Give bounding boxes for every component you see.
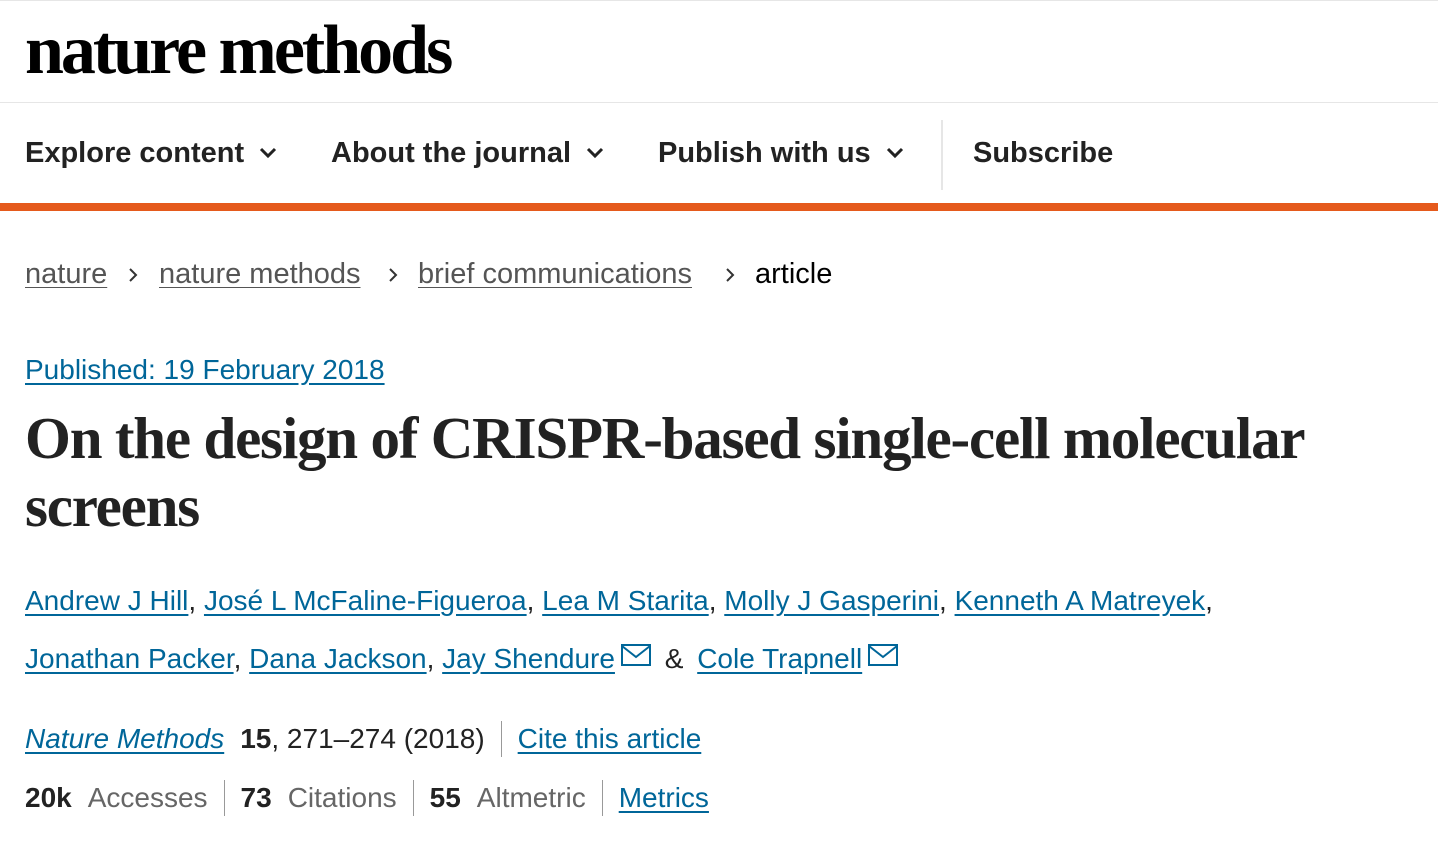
divider [500,721,502,757]
citations-count: 73 [240,782,272,813]
nav-subscribe-label: Subscribe [973,136,1114,169]
published-date-link[interactable]: Published: 19 February 2018 [25,352,385,388]
citations-label: Citations [287,782,397,813]
chevron-down-icon [886,147,903,159]
author-separator: , [708,585,725,616]
breadcrumb-current: article [755,258,833,290]
author-separator: , [1205,585,1213,616]
pages-year: , 271–274 (2018) [271,723,485,754]
author-link[interactable]: Kenneth A Matreyek [955,585,1206,616]
author-separator: , [426,643,443,674]
divider [223,780,225,816]
journal-name-link[interactable]: Nature Methods [25,720,224,758]
breadcrumb: nature nature methods brief communicatio… [0,211,1438,323]
author-link[interactable]: Jay Shendure [442,643,615,674]
chevron-down-icon [586,147,604,159]
chevron-right-icon [389,268,398,282]
volume-number: 15 [240,723,272,754]
nav-about-journal[interactable]: About the journal [331,103,605,203]
nav-publish-with-us[interactable]: Publish with us [658,103,905,203]
divider [412,780,414,816]
author-separator: , [233,643,250,674]
masthead: nature methods [0,1,1438,103]
metrics-summary: 20k Accesses 73 Citations 55 Altmetric M… [25,778,709,818]
author-link[interactable]: Molly J Gasperini [724,585,939,616]
author-link[interactable]: Cole Trapnell [697,643,862,674]
accesses-label: Accesses [87,782,208,813]
author-separator: , [188,585,204,616]
breadcrumb-item-brief-communications[interactable]: brief communications [418,257,692,291]
metrics-link[interactable]: Metrics [619,778,709,818]
main-nav: Explore content About the journal Publis… [0,103,1438,203]
mail-icon[interactable] [620,644,651,666]
mail-icon[interactable] [868,644,899,666]
author-separator: , [939,585,955,616]
citation-line: Nature Methods 15 , 271–274 (2018) Cite … [25,720,701,758]
altmetric-score: 55 [429,782,461,813]
author-link[interactable]: Andrew J Hill [25,585,188,616]
nav-publish-label: Publish with us [658,136,871,169]
author-separator: , [526,585,543,616]
chevron-down-icon [260,147,277,159]
author-and-separator: & [664,643,684,674]
author-list: Andrew J Hill, José L McFaline-Figueroa,… [25,572,1425,688]
journal-logo[interactable]: nature methods [25,7,453,95]
chevron-right-icon [726,268,735,282]
author-link[interactable]: Lea M Starita [542,585,709,616]
breadcrumb-item-nature[interactable]: nature [25,257,107,291]
accesses-count: 20k [25,782,72,813]
accent-bar [0,203,1438,211]
nav-explore-content[interactable]: Explore content [25,103,278,203]
nav-about-label: About the journal [331,136,572,169]
nav-subscribe[interactable]: Subscribe [973,103,1113,203]
breadcrumb-item-nature-methods[interactable]: nature methods [159,257,361,291]
cite-article-link[interactable]: Cite this article [518,720,702,758]
nav-explore-label: Explore content [25,136,245,169]
article-title: On the design of CRISPR-based single-cel… [25,405,1305,539]
altmetric-label: Altmetric [476,782,586,813]
author-link[interactable]: José L McFaline-Figueroa [204,585,527,616]
author-link[interactable]: Dana Jackson [249,643,426,674]
nav-divider [941,120,943,190]
author-link[interactable]: Jonathan Packer [25,643,234,674]
chevron-right-icon [129,268,138,282]
divider [601,780,603,816]
